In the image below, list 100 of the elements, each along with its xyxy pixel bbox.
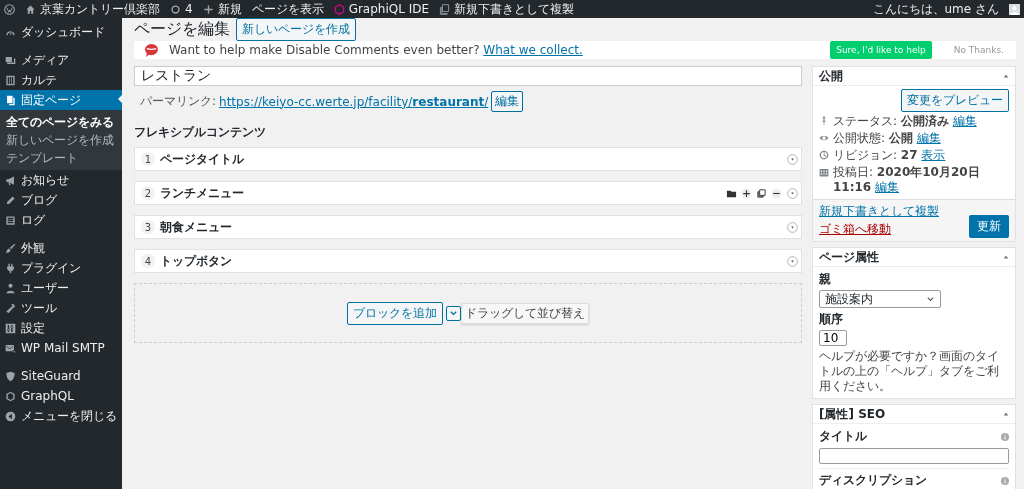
publish-edit-link[interactable]: 編集 bbox=[916, 131, 941, 145]
dropdown-button[interactable] bbox=[446, 305, 461, 321]
seo-title-field[interactable] bbox=[819, 448, 1009, 464]
hexagon-icon bbox=[5, 390, 16, 402]
field-label: 順序 bbox=[819, 311, 844, 328]
wordpress-logo-icon[interactable] bbox=[4, 3, 15, 15]
field-label: 親 bbox=[819, 271, 832, 288]
notice-text: Want to help make Disable Comments even better? What we collect. bbox=[169, 43, 584, 57]
collapse-arrow-icon[interactable] bbox=[1003, 411, 1009, 417]
layout-title: ランチメニュー bbox=[160, 184, 245, 202]
publish-info: 公開状態: 公開 編集 bbox=[833, 131, 941, 146]
layout-row[interactable]: 4 トップボタン bbox=[134, 249, 802, 273]
what-we-collect-link[interactable]: What we collect. bbox=[483, 43, 583, 57]
plug-icon bbox=[5, 262, 16, 274]
edit-permalink-button[interactable]: 編集 bbox=[491, 91, 524, 112]
title-field[interactable]: レストラン bbox=[134, 66, 802, 86]
duplicate-icon[interactable] bbox=[756, 187, 767, 199]
parent-select[interactable]: 施設案内 bbox=[819, 290, 941, 308]
toggle-icon[interactable] bbox=[787, 153, 798, 165]
minus-icon[interactable] bbox=[771, 187, 782, 199]
add-block-button[interactable]: ブロックを追加 bbox=[347, 301, 443, 325]
publish-edit-link[interactable]: 表示 bbox=[921, 148, 946, 162]
toggle-icon[interactable] bbox=[787, 255, 798, 267]
sidebar-item[interactable]: お知らせ bbox=[0, 170, 122, 190]
tooltip: ドラッグして並び替え bbox=[461, 302, 589, 324]
calendar-icon bbox=[819, 167, 829, 177]
layout-number: 3 bbox=[141, 220, 155, 234]
info-icon[interactable] bbox=[1001, 432, 1009, 441]
sidebar-item[interactable]: WP Mail SMTP bbox=[0, 338, 122, 358]
sidebar-item[interactable]: メディア bbox=[0, 50, 122, 70]
sidebar-item[interactable]: メニューを閉じる bbox=[0, 406, 122, 426]
columns-icon bbox=[5, 74, 16, 86]
permalink-link[interactable]: https://keiyo-cc.werte.jp/facility/restaurant/ bbox=[219, 94, 489, 109]
box-title: 公開 bbox=[819, 67, 843, 85]
sidebar-item[interactable]: SiteGuard bbox=[0, 366, 122, 386]
layout-title: 朝食メニュー bbox=[160, 218, 233, 236]
user-icon bbox=[5, 282, 16, 294]
graphiql-link[interactable]: GraphiQL IDE bbox=[348, 2, 430, 16]
layout-title: トップボタン bbox=[160, 252, 233, 270]
preview-button[interactable]: 変更をプレビュー bbox=[901, 89, 1009, 112]
publish-info: 投稿日: 2020年10月20日 11:16 編集 bbox=[833, 165, 981, 195]
info-icon[interactable] bbox=[1001, 476, 1009, 485]
pencil-icon bbox=[5, 194, 16, 206]
field-label: フレキシブルコンテンツ bbox=[134, 124, 267, 141]
permalink-label: パーマリンク: bbox=[140, 93, 217, 110]
publish-edit-link[interactable]: 編集 bbox=[952, 114, 977, 128]
home-icon bbox=[25, 3, 36, 15]
greeting-link[interactable]: こんにちは、ume さん bbox=[872, 0, 999, 18]
sidebar-item[interactable]: 設定 bbox=[0, 318, 122, 338]
layout-title: ページタイトル bbox=[160, 150, 245, 168]
submenu-item[interactable]: 新しいページを作成 bbox=[0, 131, 122, 149]
sidebar-item[interactable]: ブログ bbox=[0, 190, 122, 210]
layout-row[interactable]: 1 ページタイトル bbox=[134, 147, 802, 171]
submenu-item[interactable]: テンプレート bbox=[0, 149, 122, 167]
toggle-icon[interactable] bbox=[787, 221, 798, 233]
sidebar-item[interactable]: ユーザー bbox=[0, 278, 122, 298]
submenu-item[interactable]: 全てのページをみる bbox=[0, 113, 122, 131]
duplicate-link[interactable]: 新規下書きとして複製 bbox=[454, 0, 575, 18]
avatar-icon[interactable] bbox=[1009, 3, 1020, 15]
chevron-down-icon bbox=[449, 308, 458, 318]
site-name-link[interactable]: 京葉カントリー倶楽部 bbox=[40, 0, 160, 18]
plus-icon bbox=[202, 3, 214, 15]
list-icon bbox=[5, 214, 16, 226]
layout-row[interactable]: 3 朝食メニュー bbox=[134, 215, 802, 239]
publish-info: ステータス: 公開済み 編集 bbox=[833, 114, 977, 129]
duplicate-draft-link[interactable]: 新規下書きとして複製 bbox=[819, 203, 939, 220]
copy-icon bbox=[439, 3, 451, 15]
page-heading: ページを編集 bbox=[134, 19, 230, 40]
settings-icon bbox=[5, 322, 16, 334]
updates-count[interactable]: 4 bbox=[185, 2, 193, 16]
view-page-link[interactable]: ページを表示 bbox=[251, 0, 324, 18]
collapse-arrow-icon[interactable] bbox=[1003, 73, 1009, 79]
update-button[interactable]: 更新 bbox=[969, 215, 1009, 238]
layout-row[interactable]: 2 ランチメニュー bbox=[134, 181, 802, 205]
new-link[interactable]: 新規 bbox=[217, 0, 242, 18]
sidebar-item[interactable]: プラグイン bbox=[0, 258, 122, 278]
sidebar-item[interactable]: ログ bbox=[0, 210, 122, 230]
sidebar-item[interactable]: ダッシュボード bbox=[0, 22, 122, 42]
brush-icon bbox=[5, 242, 16, 254]
collapse-icon bbox=[5, 410, 16, 422]
hexagon-icon bbox=[333, 3, 345, 15]
sidebar-item[interactable]: 固定ページ bbox=[0, 90, 122, 110]
toggle-icon[interactable] bbox=[787, 187, 798, 199]
collapse-arrow-icon[interactable] bbox=[1003, 254, 1009, 260]
shield-icon bbox=[5, 370, 16, 382]
publish-edit-link[interactable]: 編集 bbox=[875, 180, 900, 194]
field-label: タイトル bbox=[819, 428, 867, 445]
order-field[interactable]: 10 bbox=[819, 330, 847, 346]
trash-link[interactable]: ゴミ箱へ移動 bbox=[819, 221, 939, 238]
layout-number: 4 bbox=[141, 254, 155, 268]
publish-info: リビジョン: 27 表示 bbox=[833, 148, 946, 163]
sidebar-item[interactable]: GraphQL bbox=[0, 386, 122, 406]
clock-icon bbox=[819, 150, 829, 160]
layout-number: 2 bbox=[141, 186, 155, 200]
sidebar-item[interactable]: ツール bbox=[0, 298, 122, 318]
plus-icon[interactable] bbox=[741, 187, 752, 199]
field-label: ディスクリプション bbox=[819, 472, 927, 489]
add-new-page-button[interactable]: 新しいページを作成 bbox=[236, 18, 356, 41]
sidebar-item[interactable]: カルテ bbox=[0, 70, 122, 90]
sidebar-item[interactable]: 外観 bbox=[0, 238, 122, 258]
